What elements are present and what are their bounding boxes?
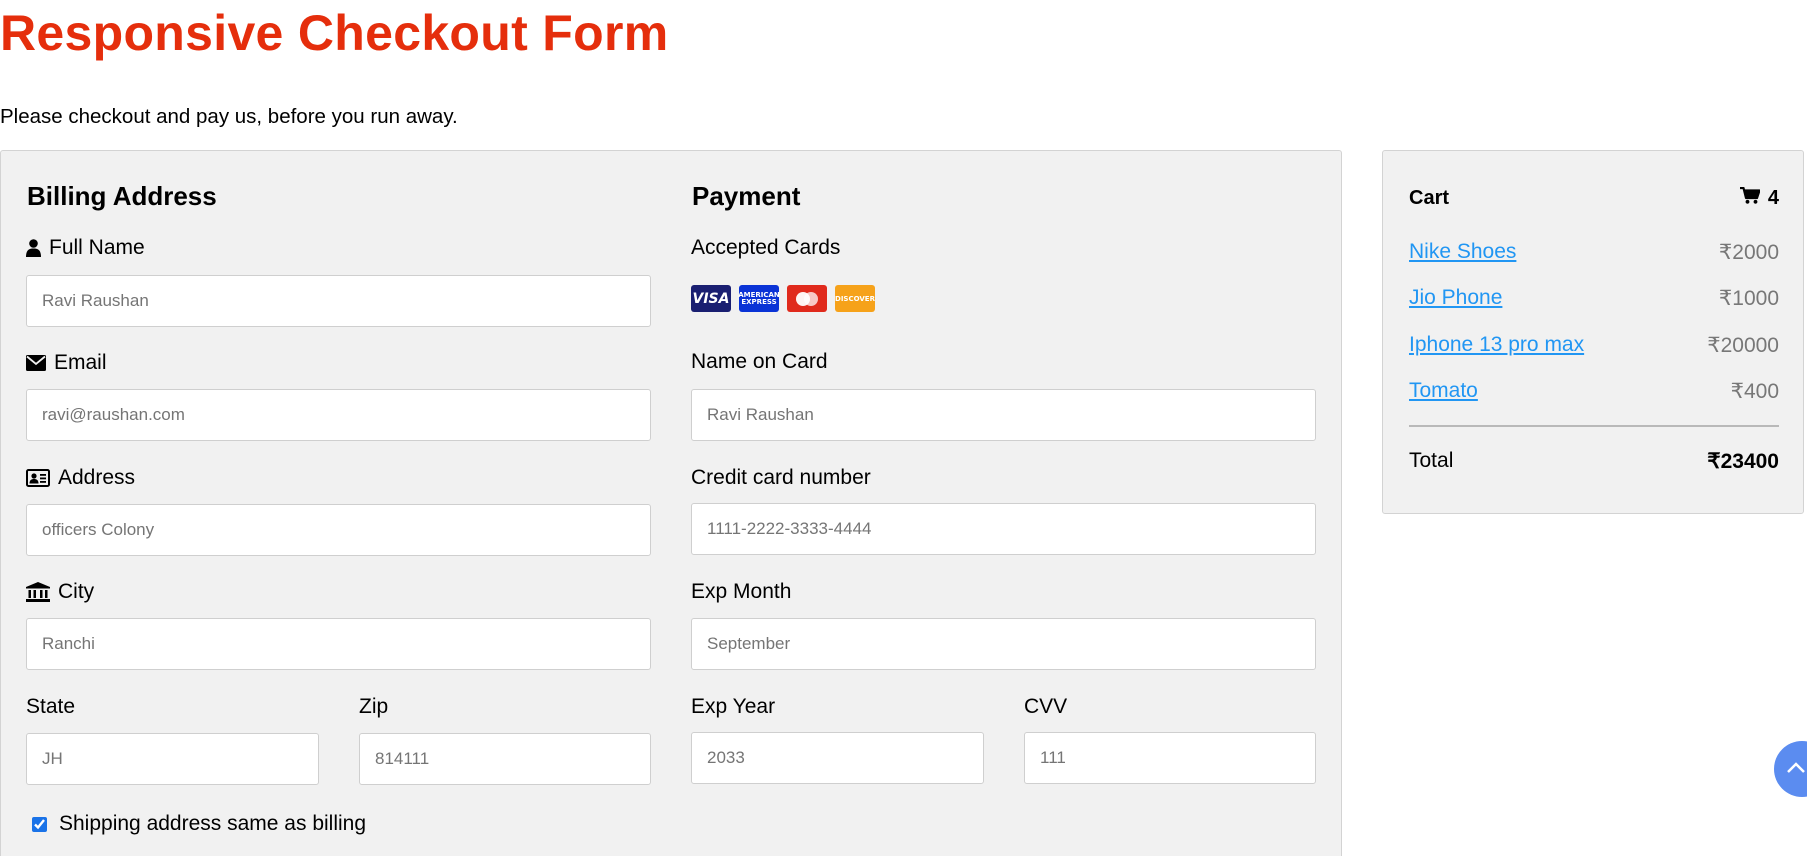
cart-item-link-jio-phone[interactable]: Jio Phone [1409, 286, 1502, 311]
cart-count: 4 [1739, 186, 1779, 210]
cart-item: Jio Phone ₹1000 [1409, 286, 1779, 311]
amex-line2: EXPRESS [741, 297, 777, 306]
cart-count-value: 4 [1767, 187, 1779, 209]
cart-item-link-iphone[interactable]: Iphone 13 pro max [1409, 333, 1584, 358]
name-on-card-label: Name on Card [691, 350, 828, 373]
cvv-input[interactable] [1024, 732, 1316, 784]
shipping-same-as-billing[interactable]: Shipping address same as billing [32, 812, 366, 836]
envelope-icon [26, 355, 46, 371]
payment-heading: Payment [692, 181, 801, 211]
page-title: Responsive Checkout Form [0, 5, 669, 61]
email-input[interactable] [26, 389, 651, 441]
accepted-cards: VISA AMERICAN EXPRESS DISCOVER [691, 285, 875, 312]
exp-year-label: Exp Year [691, 695, 776, 718]
cart-item-link-nike-shoes[interactable]: Nike Shoes [1409, 240, 1516, 265]
cart-item: Iphone 13 pro max ₹20000 [1409, 333, 1779, 358]
city-label: City [26, 580, 94, 604]
cart-total-value: ₹23400 [1707, 450, 1779, 473]
cart-total: Total ₹23400 [1409, 449, 1779, 474]
cart-title: Cart [1409, 187, 1450, 209]
cart-item-price: ₹2000 [1718, 241, 1779, 264]
billing-heading: Billing Address [27, 181, 217, 211]
name-on-card-input[interactable] [691, 389, 1316, 441]
scroll-to-top-button[interactable] [1774, 741, 1807, 797]
exp-year-input[interactable] [691, 732, 984, 784]
shipping-same-checkbox[interactable] [32, 816, 47, 832]
cart-item-price: ₹20000 [1707, 334, 1779, 357]
discover-card-icon: DISCOVER [835, 285, 875, 312]
card-number-input[interactable] [691, 503, 1316, 555]
user-icon [26, 239, 41, 257]
visa-card-icon: VISA [691, 285, 731, 312]
zip-input[interactable] [359, 733, 651, 785]
accepted-cards-label: Accepted Cards [691, 236, 841, 259]
state-input[interactable] [26, 733, 319, 785]
shipping-same-label: Shipping address same as billing [59, 812, 367, 835]
state-label: State [26, 695, 76, 718]
cart-item-price: ₹400 [1730, 380, 1779, 403]
chevron-up-icon [1786, 760, 1806, 779]
mastercard-card-icon [787, 285, 827, 312]
amex-card-icon: AMERICAN EXPRESS [738, 285, 780, 312]
cart-total-label: Total [1409, 449, 1454, 472]
city-input[interactable] [26, 618, 651, 670]
exp-month-label: Exp Month [691, 580, 792, 603]
city-label-text: City [58, 580, 95, 603]
cvv-label: CVV [1024, 695, 1068, 718]
zip-label: Zip [359, 695, 389, 718]
page-subtitle: Please checkout and pay us, before you r… [0, 105, 458, 128]
card-number-label: Credit card number [691, 466, 871, 489]
exp-month-input[interactable] [691, 618, 1316, 670]
cart-item-price: ₹1000 [1718, 287, 1779, 310]
full-name-label: Full Name [26, 236, 145, 260]
address-input[interactable] [26, 504, 651, 556]
cart-item: Nike Shoes ₹2000 [1409, 240, 1779, 265]
address-label: Address [26, 466, 135, 490]
institution-icon [26, 582, 50, 602]
cart-panel: Cart 4 Nike Shoes ₹2000 Jio Phone ₹1000 … [1382, 150, 1804, 514]
cart-item: Tomato ₹400 [1409, 379, 1779, 404]
cart-item-link-tomato[interactable]: Tomato [1409, 379, 1478, 404]
email-label: Email [26, 351, 107, 375]
full-name-input[interactable] [26, 275, 651, 327]
cart-divider [1409, 425, 1779, 427]
cart-header: Cart 4 [1409, 186, 1779, 210]
full-name-label-text: Full Name [49, 236, 145, 259]
email-label-text: Email [54, 351, 107, 374]
address-card-icon [26, 469, 50, 487]
shopping-cart-icon [1739, 186, 1761, 210]
address-label-text: Address [58, 466, 136, 489]
